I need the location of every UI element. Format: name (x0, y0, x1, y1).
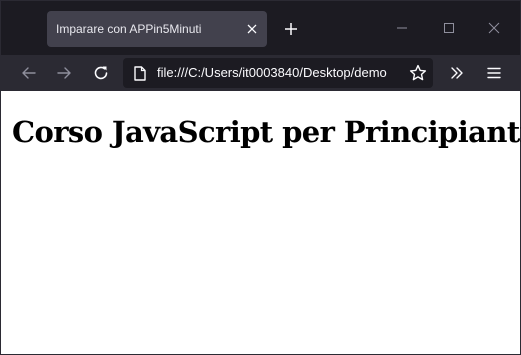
tab-title: Imparare con APPin5Minuti (56, 22, 202, 36)
page-icon (131, 64, 149, 82)
back-arrow-icon[interactable] (15, 59, 43, 87)
page-heading: Corso JavaScript per Principianti (12, 115, 521, 149)
navigation-toolbar: file:///C:/Users/it0003840/Desktop/demo (1, 55, 520, 91)
close-window-icon[interactable] (481, 15, 507, 41)
new-tab-plus-icon[interactable] (279, 17, 303, 41)
page-content: Corso JavaScript per Principianti (1, 91, 521, 354)
url-text[interactable]: file:///C:/Users/it0003840/Desktop/demo (157, 58, 399, 88)
reload-icon[interactable] (87, 59, 115, 87)
tab-active[interactable]: Imparare con APPin5Minuti (47, 11, 267, 47)
chevron-double-right-icon[interactable] (443, 59, 471, 87)
hamburger-menu-icon[interactable] (480, 59, 508, 87)
address-bar[interactable]: file:///C:/Users/it0003840/Desktop/demo (123, 58, 433, 88)
browser-window: Imparare con APPin5Minuti file:///C:/Use… (0, 0, 521, 355)
tab-close-icon[interactable] (243, 20, 261, 38)
bookmark-star-icon[interactable] (407, 62, 429, 84)
maximize-icon[interactable] (436, 15, 462, 41)
forward-arrow-icon[interactable] (50, 59, 78, 87)
tab-strip: Imparare con APPin5Minuti (1, 1, 520, 55)
minimize-icon[interactable] (389, 15, 415, 41)
